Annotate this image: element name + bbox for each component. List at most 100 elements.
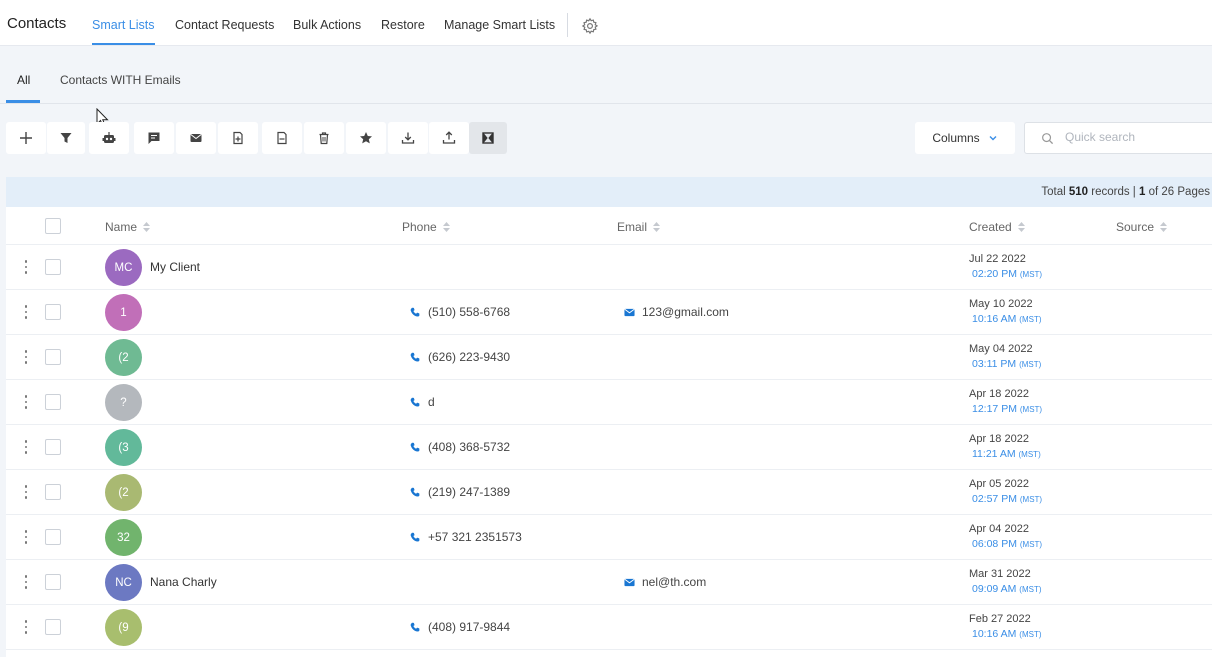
row-checkbox[interactable] bbox=[45, 619, 61, 635]
row-actions-icon[interactable] bbox=[23, 575, 29, 591]
row-checkbox[interactable] bbox=[45, 484, 61, 500]
row-checkbox[interactable] bbox=[45, 394, 61, 410]
sms-icon bbox=[148, 132, 160, 144]
contact-phone[interactable]: d bbox=[410, 395, 435, 409]
created-time-value: 06:08 PM bbox=[972, 538, 1017, 550]
row-actions-icon[interactable] bbox=[23, 485, 29, 501]
created-time-value: 10:16 AM bbox=[972, 313, 1017, 325]
row-actions-icon[interactable] bbox=[23, 395, 29, 411]
row-actions-icon[interactable] bbox=[23, 260, 29, 276]
table-row[interactable]: ? d Apr 18 2022 12:17 PM (MST) bbox=[6, 380, 1212, 425]
avatar[interactable]: (9 bbox=[105, 609, 142, 646]
contact-phone[interactable]: (219) 247-1389 bbox=[410, 485, 510, 499]
table-header: Name Phone Email Created Source bbox=[6, 207, 1212, 245]
timezone-label: (MST) bbox=[1019, 360, 1042, 369]
sort-icon bbox=[143, 222, 151, 232]
filter-button[interactable] bbox=[47, 122, 85, 154]
contact-phone[interactable]: (510) 558-6768 bbox=[410, 305, 510, 319]
tab-smart-lists[interactable]: Smart Lists bbox=[92, 18, 155, 45]
avatar[interactable]: (3 bbox=[105, 429, 142, 466]
table-row[interactable]: (3 (408) 368-5732 Apr 18 2022 11:21 AM (MST… bbox=[6, 425, 1212, 470]
tab-manage-smart-lists[interactable]: Manage Smart Lists bbox=[444, 18, 555, 32]
table-row[interactable]: MC My Client Jul 22 2022 02:20 PM (MST) bbox=[6, 245, 1212, 290]
delete-button[interactable] bbox=[304, 122, 344, 154]
subtab-contacts-with-emails[interactable]: Contacts WITH Emails bbox=[60, 73, 181, 87]
created-date: Apr 18 2022 bbox=[969, 433, 1029, 445]
select-all-checkbox[interactable] bbox=[45, 218, 61, 234]
avatar[interactable]: (2 bbox=[105, 474, 142, 511]
timezone-label: (MST) bbox=[1019, 495, 1043, 504]
timezone-label: (MST) bbox=[1019, 405, 1043, 414]
avatar[interactable]: 1 bbox=[105, 294, 142, 331]
columns-dropdown[interactable]: Columns bbox=[915, 122, 1015, 154]
contact-name[interactable]: My Client bbox=[150, 260, 200, 274]
created-time-value: 11:21 AM bbox=[972, 448, 1016, 460]
contact-email[interactable]: 123@gmail.com bbox=[624, 305, 729, 319]
tab-contact-requests[interactable]: Contact Requests bbox=[175, 18, 274, 32]
add-to-workflow-button[interactable] bbox=[89, 122, 129, 154]
records-prefix: Total bbox=[1041, 186, 1066, 198]
subtab-all[interactable]: All bbox=[17, 73, 30, 87]
contact-email[interactable]: nel@th.com bbox=[624, 575, 706, 589]
contact-phone[interactable]: (626) 223-9430 bbox=[410, 350, 510, 364]
row-actions-icon[interactable] bbox=[23, 305, 29, 321]
table-row[interactable]: 1 (510) 558-6768 123@gmail.com May 10 2022 1… bbox=[6, 290, 1212, 335]
row-checkbox[interactable] bbox=[45, 349, 61, 365]
export-button[interactable] bbox=[429, 122, 469, 154]
contact-phone[interactable]: (408) 917-9844 bbox=[410, 620, 510, 634]
remove-tag-button[interactable] bbox=[262, 122, 302, 154]
table-row[interactable]: (9 (408) 917-9844 Feb 27 2022 10:16 AM (MST… bbox=[6, 605, 1212, 650]
table-row[interactable]: (2 (626) 223-9430 May 04 2022 03:11 PM (MST… bbox=[6, 335, 1212, 380]
row-actions-icon[interactable] bbox=[23, 350, 29, 366]
email-icon bbox=[624, 308, 635, 316]
avatar[interactable]: MC bbox=[105, 249, 142, 286]
add-tag-button[interactable] bbox=[218, 122, 258, 154]
timezone-label: (MST) bbox=[1019, 585, 1042, 594]
row-checkbox[interactable] bbox=[45, 259, 61, 275]
tab-bulk-actions[interactable]: Bulk Actions bbox=[293, 18, 361, 32]
avatar[interactable]: 32 bbox=[105, 519, 142, 556]
page-title: Contacts bbox=[7, 15, 67, 32]
contact-name[interactable]: Nana Charly bbox=[150, 575, 217, 589]
row-checkbox[interactable] bbox=[45, 529, 61, 545]
table-row[interactable]: NC Nana Charly nel@th.com Mar 31 2022 09:09 … bbox=[6, 560, 1212, 605]
row-checkbox[interactable] bbox=[45, 439, 61, 455]
merge-button[interactable] bbox=[469, 122, 507, 154]
created-date: May 04 2022 bbox=[969, 343, 1033, 355]
send-email-button[interactable] bbox=[176, 122, 216, 154]
column-header-source[interactable]: Source bbox=[1116, 220, 1168, 234]
import-button[interactable] bbox=[388, 122, 428, 154]
created-time-value: 10:16 AM bbox=[972, 628, 1017, 640]
row-actions-icon[interactable] bbox=[23, 440, 29, 456]
timezone-label: (MST) bbox=[1019, 540, 1043, 549]
column-header-email[interactable]: Email bbox=[617, 220, 661, 234]
gear-icon[interactable] bbox=[581, 17, 599, 35]
table-row[interactable]: (2 (219) 247-1389 Apr 05 2022 02:57 PM (MST… bbox=[6, 470, 1212, 515]
add-contact-button[interactable] bbox=[6, 122, 46, 154]
avatar[interactable]: (2 bbox=[105, 339, 142, 376]
phone-icon bbox=[410, 397, 420, 407]
phone-number: d bbox=[428, 395, 435, 409]
phone-icon bbox=[410, 622, 420, 632]
avatar[interactable]: ? bbox=[105, 384, 142, 421]
tab-restore[interactable]: Restore bbox=[381, 18, 425, 32]
quick-search[interactable] bbox=[1024, 122, 1212, 154]
column-header-phone[interactable]: Phone bbox=[402, 220, 451, 234]
table-row[interactable]: 32 +57 321 2351573 Apr 04 2022 06:08 PM (MS… bbox=[6, 515, 1212, 560]
row-actions-icon[interactable] bbox=[23, 620, 29, 636]
current-page: 1 bbox=[1139, 186, 1146, 198]
contact-phone[interactable]: +57 321 2351573 bbox=[410, 530, 522, 544]
column-header-name[interactable]: Name bbox=[105, 220, 151, 234]
columns-label: Columns bbox=[932, 131, 980, 145]
contact-phone[interactable]: (408) 368-5732 bbox=[410, 440, 510, 454]
avatar[interactable]: NC bbox=[105, 564, 142, 601]
row-actions-icon[interactable] bbox=[23, 530, 29, 546]
row-checkbox[interactable] bbox=[45, 574, 61, 590]
phone-number: (408) 368-5732 bbox=[428, 440, 511, 454]
send-sms-button[interactable] bbox=[134, 122, 174, 154]
row-checkbox[interactable] bbox=[45, 304, 61, 320]
add-review-button[interactable] bbox=[346, 122, 386, 154]
phone-number: (408) 917-9844 bbox=[428, 620, 511, 634]
search-input[interactable] bbox=[1065, 130, 1205, 144]
column-header-created[interactable]: Created bbox=[969, 220, 1026, 234]
